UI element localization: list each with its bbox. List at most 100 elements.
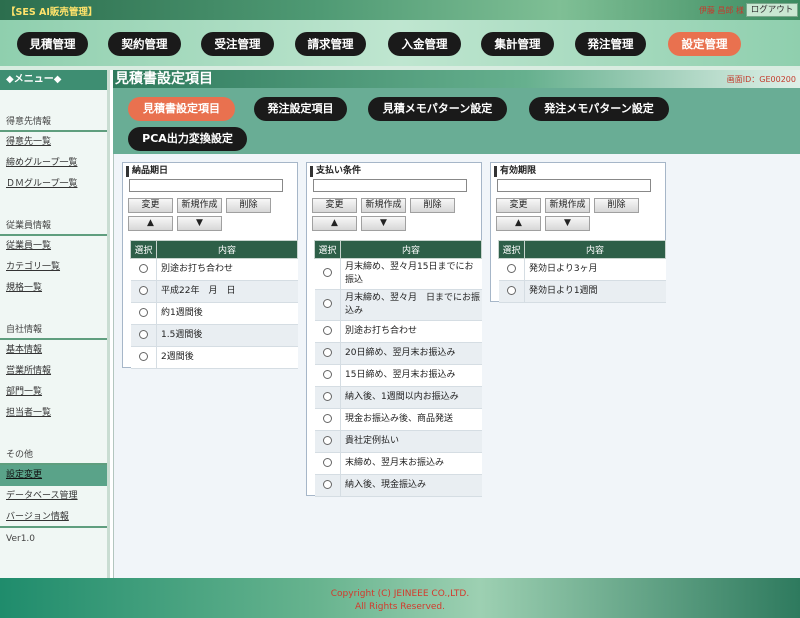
row-radio[interactable]	[506, 285, 516, 295]
change-button[interactable]: 変更	[128, 198, 173, 213]
row-radio[interactable]	[322, 435, 332, 445]
sidebar-item-employee-list[interactable]: 従業員一覧	[0, 236, 107, 257]
tab-order-memo-pattern[interactable]: 発注メモパターン設定	[529, 97, 669, 121]
payment-terms-input[interactable]	[313, 179, 467, 192]
row-radio[interactable]	[506, 263, 516, 273]
logout-button[interactable]: ログアウト	[746, 3, 798, 17]
row-radio[interactable]	[138, 329, 148, 339]
footer-copyright: Copyright (C) JEINEEE CO.,LTD.	[330, 589, 470, 599]
row-radio[interactable]	[322, 299, 332, 308]
row-radio[interactable]	[322, 347, 332, 357]
row-text: 1.5週間後	[156, 324, 298, 347]
table-row[interactable]: 別途お打ち合わせ	[314, 320, 482, 343]
nav-billing[interactable]: 請求管理	[295, 32, 366, 56]
tab-pca-output-conversion[interactable]: PCA出力変換設定	[128, 127, 247, 151]
sidebar-item-version-info[interactable]: バージョン情報	[0, 507, 107, 528]
table-row[interactable]: 1.5週間後	[130, 324, 298, 347]
table-row[interactable]: 発効日より1週間	[498, 280, 666, 303]
sidebar-item-category-list[interactable]: カテゴリ一覧	[0, 257, 107, 278]
move-up-button[interactable]: ▲	[312, 216, 357, 231]
col-content: 内容	[156, 240, 298, 259]
tab-estimate-settings[interactable]: 見積書設定項目	[128, 97, 235, 121]
nav-order-received[interactable]: 受注管理	[201, 32, 274, 56]
expiry-input[interactable]	[497, 179, 651, 192]
nav-purchase-order[interactable]: 発注管理	[575, 32, 646, 56]
row-text: 納入後、1週間以内お振込み	[340, 386, 482, 409]
sidebar-item-database-admin[interactable]: データベース管理	[0, 486, 107, 507]
change-button[interactable]: 変更	[312, 198, 357, 213]
nav-contract[interactable]: 契約管理	[108, 32, 181, 56]
delete-button[interactable]: 削除	[410, 198, 455, 213]
nav-aggregate[interactable]: 集計管理	[481, 32, 554, 56]
delete-button[interactable]: 削除	[594, 198, 639, 213]
row-text: 平成22年 月 日	[156, 280, 298, 303]
row-text: 15日締め、翌月末お振込み	[340, 364, 482, 387]
move-down-button[interactable]: ▼	[361, 216, 406, 231]
row-radio[interactable]	[138, 351, 148, 361]
new-button[interactable]: 新規作成	[177, 198, 222, 213]
col-select: 選択	[130, 240, 157, 259]
move-down-button[interactable]: ▼	[177, 216, 222, 231]
app-title: 【SES AI販売管理】	[6, 7, 98, 18]
table-row[interactable]: 20日締め、翌月末お振込み	[314, 342, 482, 365]
sidebar-item-dm-group-list[interactable]: ＤＭグループ一覧	[0, 174, 107, 195]
table-row[interactable]: 月末締め、翌々月 日までにお振込み	[314, 289, 482, 321]
sidebar-item-basic-info[interactable]: 基本情報	[0, 340, 107, 361]
row-radio[interactable]	[322, 413, 332, 423]
move-up-button[interactable]: ▲	[496, 216, 541, 231]
nav-settings[interactable]: 設定管理	[668, 32, 741, 56]
sidebar-item-settings-change[interactable]: 設定変更	[0, 465, 107, 486]
new-button[interactable]: 新規作成	[545, 198, 590, 213]
move-up-button[interactable]: ▲	[128, 216, 173, 231]
table-row[interactable]: 15日締め、翌月末お振込み	[314, 364, 482, 387]
table-row[interactable]: 納入後、1週間以内お振込み	[314, 386, 482, 409]
move-down-button[interactable]: ▼	[545, 216, 590, 231]
row-radio[interactable]	[322, 325, 332, 335]
row-radio[interactable]	[138, 285, 148, 295]
sidebar: ◆メニュー◆ 得意先情報 得意先一覧 締めグループ一覧 ＤＭグループ一覧 従業員…	[0, 70, 110, 578]
row-text: 別途お打ち合わせ	[340, 320, 482, 343]
new-button[interactable]: 新規作成	[361, 198, 406, 213]
sidebar-section-customer: 得意先情報 得意先一覧 締めグループ一覧 ＤＭグループ一覧	[0, 111, 107, 195]
delete-button[interactable]: 削除	[226, 198, 271, 213]
table-row[interactable]: 納入後、現金振込み	[314, 474, 482, 497]
table-row[interactable]: 発効日より3ヶ月	[498, 258, 666, 281]
row-radio[interactable]	[322, 268, 332, 277]
sidebar-item-customer-list[interactable]: 得意先一覧	[0, 132, 107, 153]
table-row[interactable]: 現金お振込み後、商品発送	[314, 408, 482, 431]
version-label: Ver1.0	[6, 534, 36, 544]
table-row[interactable]: 末締め、翌月末お振込み	[314, 452, 482, 475]
col-content: 内容	[340, 240, 482, 259]
table-row[interactable]: 約1週間後	[130, 302, 298, 325]
table-row[interactable]: 平成22年 月 日	[130, 280, 298, 303]
nav-estimate[interactable]: 見積管理	[17, 32, 88, 56]
change-button[interactable]: 変更	[496, 198, 541, 213]
row-radio[interactable]	[322, 369, 332, 379]
row-radio[interactable]	[322, 391, 332, 401]
row-radio[interactable]	[138, 263, 148, 273]
tab-estimate-memo-pattern[interactable]: 見積メモパターン設定	[368, 97, 507, 121]
top-bar: 【SES AI販売管理】 伊藤 昌郎 様 ログアウト	[0, 0, 800, 20]
row-text: 月末締め、翌々月15日までにお振込	[340, 258, 482, 290]
sidebar-item-spec-list[interactable]: 規格一覧	[0, 278, 107, 299]
table-row[interactable]: 2週間後	[130, 346, 298, 369]
row-radio[interactable]	[322, 479, 332, 489]
row-radio[interactable]	[138, 307, 148, 317]
sidebar-item-department-list[interactable]: 部門一覧	[0, 382, 107, 403]
col-select: 選択	[314, 240, 341, 259]
panel-title: 有効期限	[494, 166, 536, 177]
col-content: 内容	[524, 240, 666, 259]
delivery-date-input[interactable]	[129, 179, 283, 192]
nav-payment[interactable]: 入金管理	[388, 32, 461, 56]
sidebar-item-office-info[interactable]: 営業所情報	[0, 361, 107, 382]
row-radio[interactable]	[322, 457, 332, 467]
table-row[interactable]: 月末締め、翌々月15日までにお振込	[314, 258, 482, 290]
table-row[interactable]: 別途お打ち合わせ	[130, 258, 298, 281]
tab-order-settings[interactable]: 発注設定項目	[254, 97, 347, 121]
sidebar-item-closing-group-list[interactable]: 締めグループ一覧	[0, 153, 107, 174]
page-title: 見積書設定項目	[115, 71, 213, 87]
panel-title: 納品期日	[126, 166, 168, 177]
content-area: 納品期日 変更 新規作成 削除 ▲ ▼ 選択 内容 別途お打ち合わせ 平成22年 …	[113, 154, 800, 578]
table-row[interactable]: 貴社定例払い	[314, 430, 482, 453]
sidebar-item-staff-list[interactable]: 担当者一覧	[0, 403, 107, 424]
